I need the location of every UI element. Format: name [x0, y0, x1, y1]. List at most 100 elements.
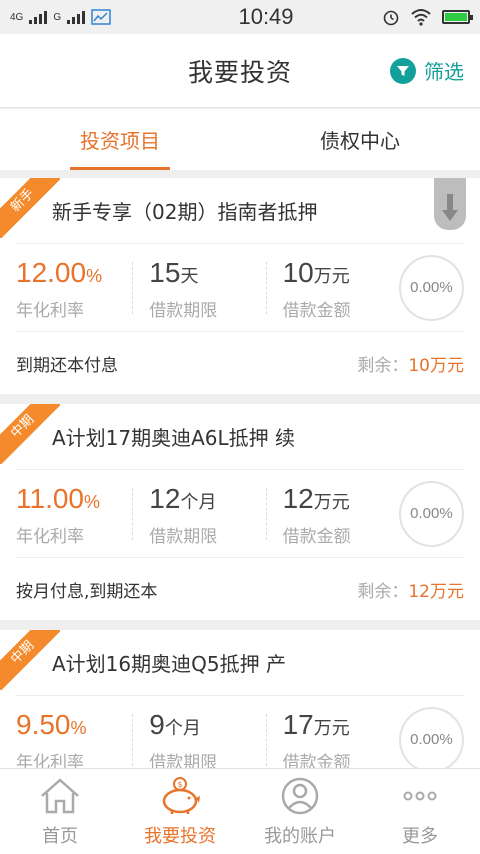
remaining-value: 10万元 — [408, 355, 464, 376]
remaining-amount: 剩余：12万元 — [357, 577, 464, 602]
amount-stat: 17万元 借款金额 — [283, 707, 399, 769]
card-stats: 12.00% 年化利率 15天 借款期限 10万元 借款金额 0.00% — [16, 244, 464, 332]
term-label: 借款期限 — [149, 526, 218, 547]
term-stat: 15天 借款期限 — [149, 255, 265, 321]
signal-icon — [29, 10, 48, 24]
amount-value: 17 — [282, 708, 314, 740]
nav-more-label: 更多 — [402, 825, 438, 847]
remaining-value: 12万元 — [408, 581, 464, 602]
remaining-label: 剩余： — [357, 581, 409, 602]
progress-circle: 0.00% — [398, 480, 464, 547]
divider — [132, 261, 134, 314]
card-badge: 中期 — [0, 404, 60, 464]
amount-label: 借款金额 — [282, 752, 351, 769]
term-label: 借款期限 — [149, 300, 218, 321]
amount-label: 借款金额 — [282, 526, 351, 547]
status-bar: 4G G 10:49 — [0, 0, 480, 34]
investment-card[interactable]: 中期 A计划17期奥迪A6L抵押 续 11.00% 年化利率 12个月 借款期限… — [0, 404, 480, 620]
card-badge-label: 新手 — [0, 178, 60, 238]
svg-text:$: $ — [177, 780, 182, 789]
progress-circle: 0.00% — [398, 254, 464, 321]
app-header: 我要投资 筛选 — [0, 34, 480, 108]
card-badge-label: 中期 — [0, 630, 60, 690]
filter-icon — [390, 57, 416, 84]
card-footer: 按月付息,到期还本 剩余：12万元 — [16, 558, 464, 620]
rate-stat: 11.00% 年化利率 — [16, 481, 132, 547]
wifi-icon — [411, 9, 431, 26]
term-stat: 9个月 借款期限 — [149, 707, 265, 769]
card-badge: 新手 — [0, 178, 60, 238]
tab-bar: 投资项目 债权中心 — [0, 109, 480, 170]
amount-unit: 万元 — [313, 491, 350, 512]
alarm-icon — [383, 10, 399, 26]
card-title: A计划17期奥迪A6L抵押 续 — [16, 404, 464, 470]
card-stats: 11.00% 年化利率 12个月 借款期限 12万元 借款金额 0.00% — [16, 470, 464, 558]
battery-icon — [442, 10, 473, 24]
term-unit: 个月 — [180, 491, 217, 512]
rate-value: 12.00 — [16, 256, 87, 288]
amount-value: 10 — [282, 256, 314, 288]
rate-unit: % — [86, 265, 103, 286]
repay-method: 按月付息,到期还本 — [16, 581, 158, 602]
investment-card[interactable]: 新手 新手专享（02期）指南者抵押 12.00% 年化利率 15天 借款期限 1… — [0, 178, 480, 394]
nav-account-label: 我的账户 — [264, 825, 336, 847]
term-value: 15 — [149, 256, 181, 288]
term-stat: 12个月 借款期限 — [149, 481, 265, 547]
tab-investment-projects[interactable]: 投资项目 — [0, 109, 240, 170]
repay-method: 到期还本付息 — [16, 355, 118, 376]
divider — [132, 487, 134, 540]
divider — [265, 487, 267, 540]
filter-button[interactable]: 筛选 — [390, 56, 464, 85]
term-value: 12 — [149, 482, 181, 514]
home-icon — [41, 777, 79, 813]
term-value: 9 — [149, 708, 165, 740]
nav-home[interactable]: 首页 — [0, 769, 120, 854]
card-badge-label: 中期 — [0, 404, 60, 464]
divider — [132, 713, 134, 766]
amount-stat: 12万元 借款金额 — [283, 481, 399, 547]
divider — [265, 713, 267, 766]
piggy-bank-icon: $ — [162, 776, 200, 814]
amount-unit: 万元 — [313, 265, 350, 286]
tab-debt-center[interactable]: 债权中心 — [240, 109, 480, 170]
page-title: 我要投资 — [187, 57, 292, 87]
amount-label: 借款金额 — [282, 300, 351, 321]
rate-label: 年化利率 — [16, 300, 84, 321]
rate-label: 年化利率 — [16, 752, 84, 769]
card-title: 新手专享（02期）指南者抵押 — [16, 178, 464, 244]
divider — [265, 261, 267, 314]
signal-icon-2 — [67, 10, 86, 24]
more-icon — [403, 791, 437, 800]
investment-list[interactable]: 新手 新手专享（02期）指南者抵押 12.00% 年化利率 15天 借款期限 1… — [0, 178, 480, 768]
investment-card[interactable]: 中期 A计划16期奥迪Q5抵押 产 9.50% 年化利率 9个月 借款期限 17… — [0, 630, 480, 768]
term-unit: 个月 — [164, 717, 201, 738]
card-stats: 9.50% 年化利率 9个月 借款期限 17万元 借款金额 0.00% — [16, 696, 464, 768]
nav-invest[interactable]: $ 我要投资 — [120, 769, 240, 854]
amount-unit: 万元 — [313, 717, 350, 738]
nav-invest-label: 我要投资 — [144, 825, 216, 847]
chart-icon — [91, 9, 111, 25]
term-label: 借款期限 — [149, 752, 218, 769]
rate-stat: 9.50% 年化利率 — [16, 707, 132, 769]
amount-value: 12 — [282, 482, 314, 514]
card-badge: 中期 — [0, 630, 60, 690]
clock: 10:49 — [238, 4, 294, 29]
progress-circle: 0.00% — [398, 706, 464, 768]
card-footer: 到期还本付息 剩余：10万元 — [16, 332, 464, 394]
rate-label: 年化利率 — [16, 526, 84, 547]
network-type-label-2: G — [53, 11, 62, 23]
remaining-amount: 剩余：10万元 — [357, 351, 464, 376]
card-title: A计划16期奥迪Q5抵押 产 — [16, 630, 464, 696]
nav-account[interactable]: 我的账户 — [240, 769, 360, 854]
network-type-label: 4G — [10, 11, 24, 23]
nav-more[interactable]: 更多 — [360, 769, 480, 854]
amount-stat: 10万元 借款金额 — [283, 255, 399, 321]
rate-value: 9.50 — [16, 708, 71, 740]
rate-unit: % — [84, 491, 101, 512]
download-arrow-icon[interactable] — [434, 178, 466, 230]
remaining-label: 剩余： — [357, 355, 409, 376]
rate-unit: % — [70, 717, 87, 738]
rate-stat: 12.00% 年化利率 — [16, 255, 132, 321]
nav-home-label: 首页 — [42, 825, 78, 847]
bottom-nav: 首页 $ 我要投资 我的账户 更多 — [0, 768, 480, 854]
